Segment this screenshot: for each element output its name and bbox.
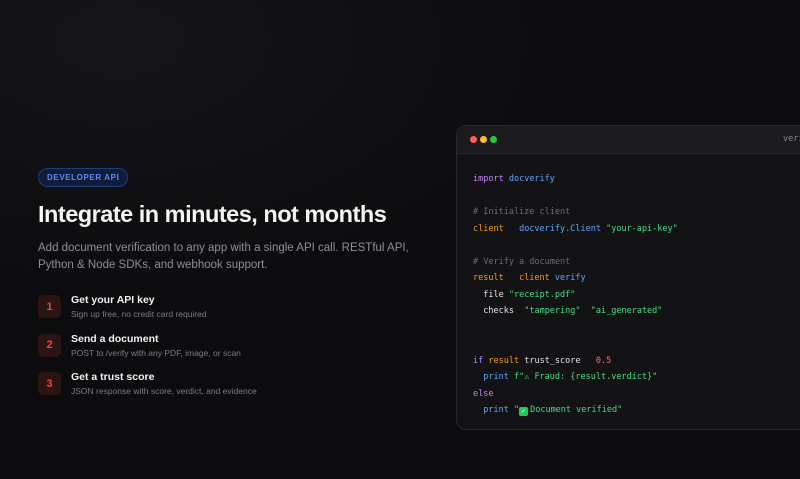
code-line: if result trust_score 0.5	[473, 353, 678, 370]
code-token: client	[473, 223, 504, 234]
code-line: else	[473, 386, 678, 403]
code-line: # Initialize client	[473, 204, 678, 221]
hero-section: DEVELOPER API Integrate in minutes, not …	[38, 167, 438, 409]
code-line: print " ✓ Document verified"	[473, 402, 678, 419]
code-token: else	[473, 388, 494, 399]
close-window-dot-icon[interactable]	[470, 136, 477, 143]
code-block: import docverify # Initialize client clien…	[473, 171, 678, 419]
step-title: Get your API key	[71, 294, 155, 306]
code-token: file	[483, 289, 504, 300]
code-string: "receipt.pdf"	[508, 289, 576, 300]
code-filename: verify.py	[783, 134, 800, 144]
code-token: print	[483, 405, 509, 415]
code-token: result	[473, 273, 504, 283]
developer-api-badge: DEVELOPER API	[38, 168, 129, 187]
code-window: verify.py import docverify # Initialize c…	[456, 125, 800, 430]
code-line: print f"⚠ Fraud: {result.verdict}"	[473, 369, 678, 386]
step-description: Sign up free, no credit card required	[71, 309, 207, 319]
code-token: result	[488, 355, 520, 366]
code-string: "tampering"	[524, 306, 581, 316]
step-number: 1	[38, 295, 61, 318]
code-comment: # Verify a document	[473, 256, 571, 267]
step-title: Get a trust score	[71, 371, 155, 383]
code-string: "your-api-key"	[606, 223, 678, 234]
code-token: trust_score	[524, 355, 581, 366]
code-line: # Verify a document	[473, 254, 678, 271]
code-string: Document verified"	[530, 405, 623, 415]
code-token: import	[473, 174, 504, 184]
step-get-trust-score: 3 Get a trust score JSON response with s…	[38, 370, 438, 397]
step-send-document: 2 Send a document POST to /verify with a…	[38, 332, 438, 359]
code-line: client docverify.Client "your-api-key"	[473, 221, 678, 238]
code-line: checks "tampering" "ai_generated"	[473, 303, 678, 320]
step-number: 3	[38, 372, 61, 395]
window-titlebar: verify.py	[457, 126, 800, 154]
code-token: print	[483, 372, 509, 382]
code-string: f"⚠ Fraud: {result.verdict}"	[513, 372, 658, 382]
code-token: client	[519, 273, 550, 283]
step-number: 2	[38, 333, 61, 357]
code-string: "ai_generated"	[590, 306, 663, 316]
code-token: checks	[483, 306, 514, 316]
step-title: Send a document	[71, 332, 159, 345]
minimize-window-dot-icon[interactable]	[480, 136, 487, 143]
page-subtitle: Add document verification to any app wit…	[38, 242, 409, 271]
code-number: 0.5	[595, 355, 612, 366]
code-line: file "receipt.pdf"	[473, 287, 678, 304]
code-token: docverify	[508, 174, 555, 184]
code-token: verify	[554, 273, 586, 283]
step-description: POST to /verify with any PDF, image, or …	[71, 347, 241, 358]
steps-list: 1 Get your API key Sign up free, no cred…	[38, 293, 438, 397]
code-token: docverify.Client	[519, 223, 601, 234]
code-line: result client verify	[473, 270, 678, 287]
step-get-api-key: 1 Get your API key Sign up free, no cred…	[38, 293, 438, 320]
check-mark-icon: ✓	[519, 407, 529, 416]
code-comment: # Initialize client	[473, 207, 571, 217]
step-description: JSON response with score, verdict, and e…	[71, 386, 257, 396]
page-title: Integrate in minutes, not months	[38, 201, 387, 227]
maximize-window-dot-icon[interactable]	[490, 136, 497, 143]
code-token: if	[473, 355, 484, 366]
code-line: import docverify	[473, 171, 678, 188]
